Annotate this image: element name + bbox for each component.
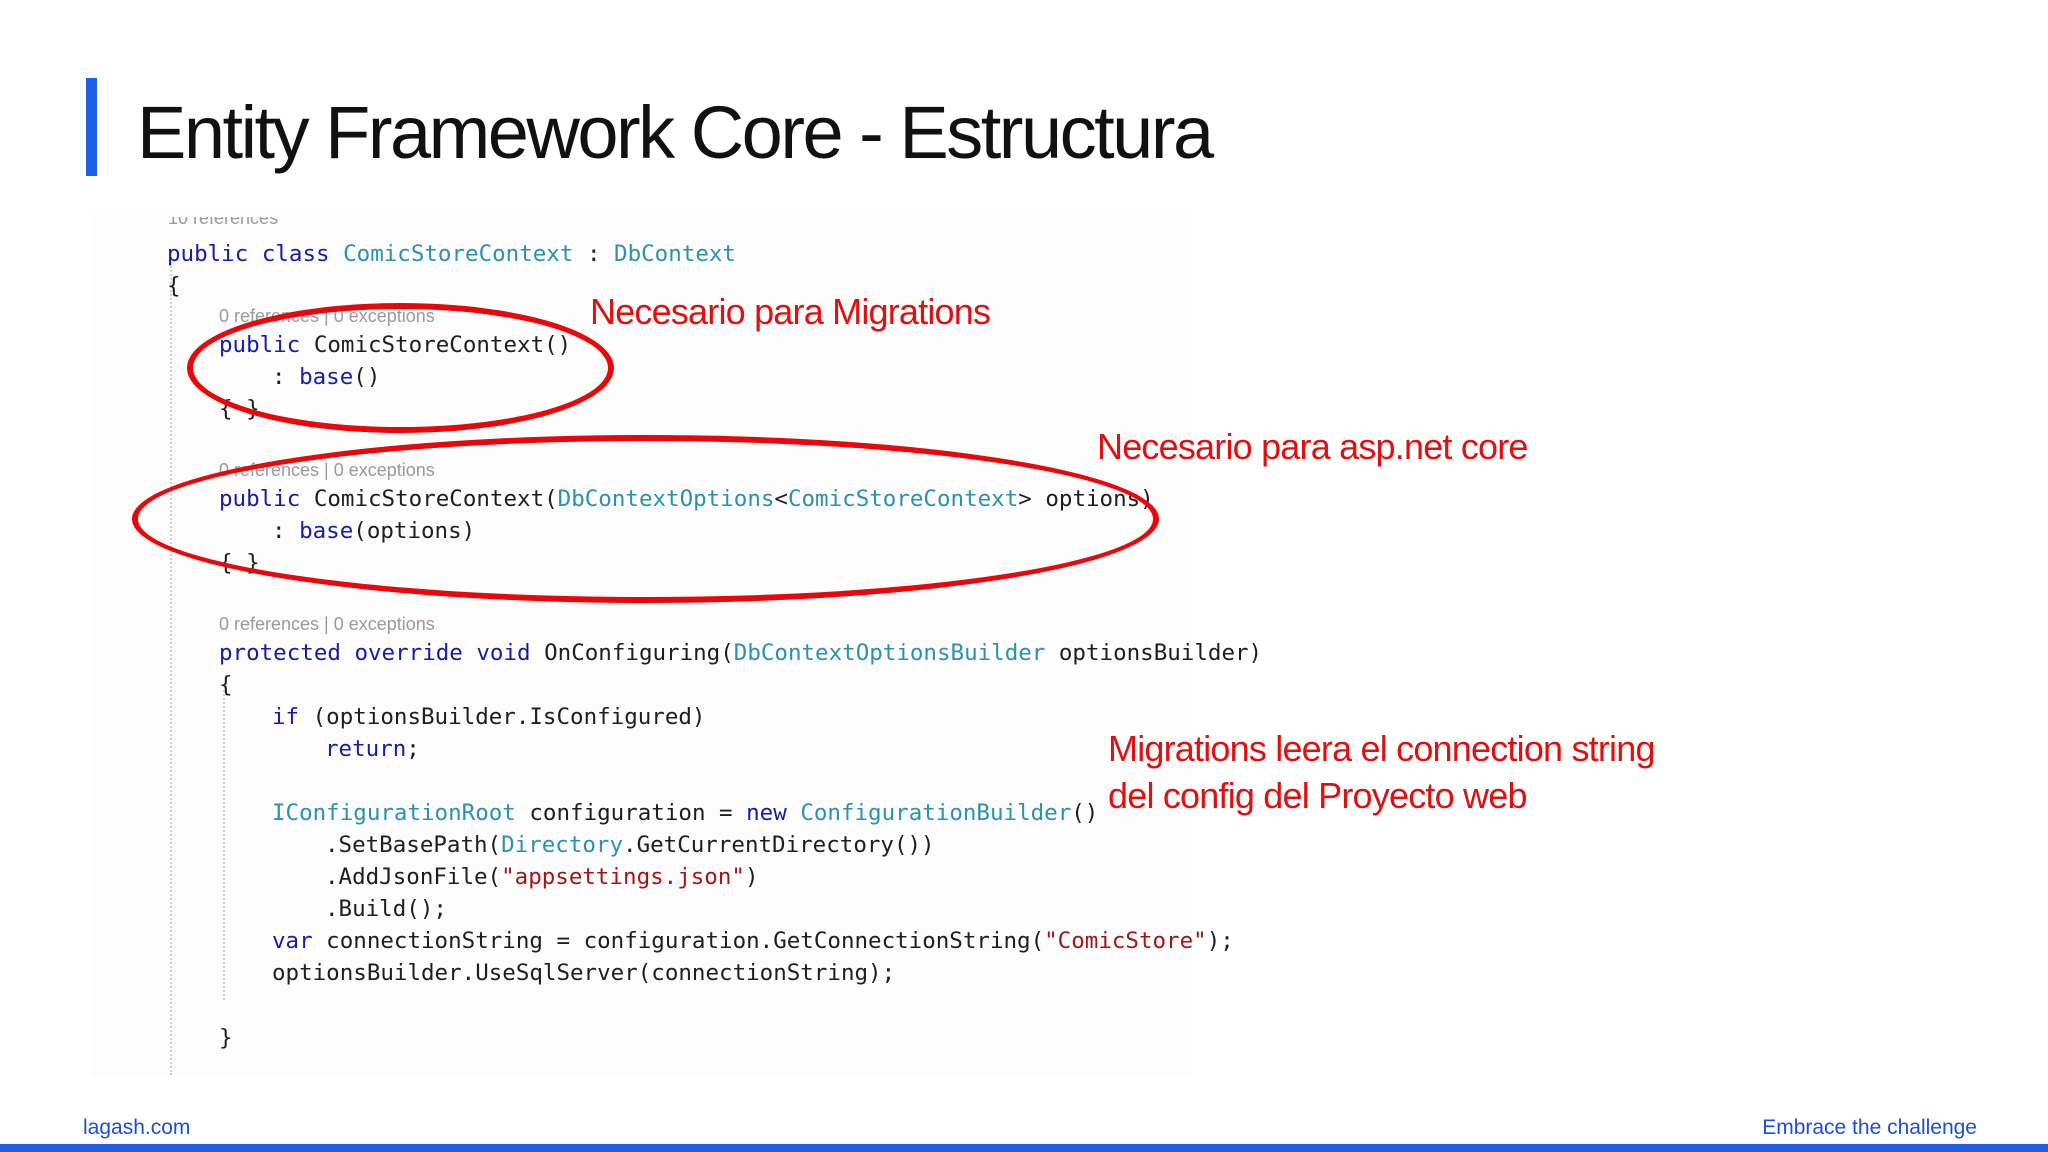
indent-guide: [170, 263, 172, 1075]
annotation-connection-string: Migrations leera el connection string de…: [1108, 726, 1656, 820]
slide-title: Entity Framework Core - Estructura: [137, 91, 1214, 174]
code-line-config: IConfigurationRoot configuration = new C…: [272, 800, 1099, 826]
code-line-method-open: {: [219, 672, 233, 698]
indent-guide: [223, 690, 225, 1000]
code-line-build: .Build();: [325, 896, 447, 922]
code-line-setbasepath: .SetBasePath(Directory.GetCurrentDirecto…: [325, 832, 935, 858]
highlight-ellipse-aspnet: [132, 435, 1159, 603]
code-line-open-brace: {: [167, 273, 181, 299]
code-lens: 0 references | 0 exceptions: [219, 614, 435, 634]
code-line-usesqlserver: optionsBuilder.UseSqlServer(connectionSt…: [272, 960, 896, 986]
code-line-if: if (optionsBuilder.IsConfigured): [272, 704, 706, 730]
footer-website[interactable]: lagash.com: [83, 1116, 190, 1140]
code-line-method-close: }: [219, 1025, 233, 1051]
code-line-return: return;: [325, 736, 420, 762]
code-lens: 10 references: [168, 208, 279, 228]
annotation-connection-line-2: del config del Proyecto web: [1108, 774, 1527, 816]
title-accent-bar: [86, 78, 97, 176]
code-line-class: public class ComicStoreContext : DbConte…: [167, 241, 736, 267]
annotation-aspnet: Necesario para asp.net core: [1097, 426, 1528, 467]
code-line-addjsonfile: .AddJsonFile("appsettings.json"): [325, 864, 759, 890]
annotation-connection-line-1: Migrations leera el connection string: [1108, 728, 1656, 769]
annotation-migrations: Necesario para Migrations: [590, 291, 991, 332]
highlight-ellipse-migrations: [187, 303, 614, 433]
code-line-var: var connectionString = configuration.Get…: [272, 928, 1234, 954]
footer-bar: [0, 1144, 2048, 1152]
footer-tagline: Embrace the challenge: [1762, 1116, 1977, 1139]
code-line-method: protected override void OnConfiguring(Db…: [219, 640, 1263, 666]
